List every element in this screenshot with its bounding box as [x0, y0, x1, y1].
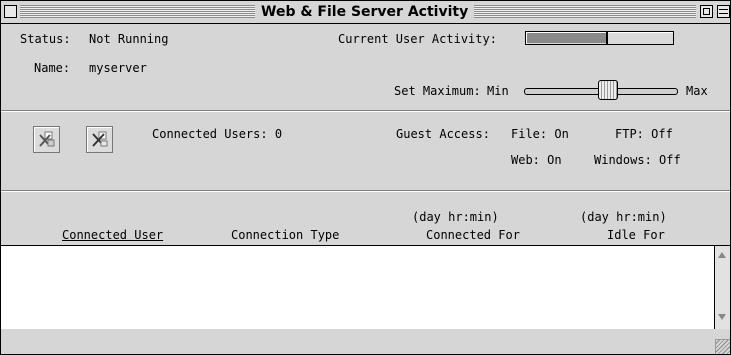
connected-users-list[interactable]	[1, 245, 714, 330]
window-title: Web & File Server Activity	[255, 3, 475, 21]
close-box[interactable]	[4, 5, 17, 18]
guest-web-status: Web: On	[511, 153, 562, 167]
guest-ftp-status: FTP: Off	[615, 127, 673, 141]
disconnect-user-button[interactable]	[33, 126, 60, 153]
connected-users-count: Connected Users: 0	[152, 127, 283, 141]
guest-file-status: File: On	[511, 127, 569, 141]
window-bottom-bar	[1, 329, 730, 354]
disconnect-user-icon	[39, 131, 55, 147]
column-connected-for[interactable]: Connected For	[426, 228, 520, 242]
title-bar[interactable]: Web & File Server Activity	[1, 1, 730, 24]
collapse-box[interactable]	[717, 5, 730, 18]
zoom-box[interactable]	[700, 5, 713, 18]
current-activity-label: Current User Activity:	[338, 32, 497, 46]
resize-grip-icon[interactable]	[715, 339, 730, 354]
slider-max-label: Max	[686, 84, 708, 98]
activity-meter-marker	[606, 32, 608, 44]
name-label: Name:	[34, 61, 71, 75]
vertical-scrollbar[interactable]	[714, 245, 730, 330]
column-connected-for-unit: (day hr:min)	[412, 210, 499, 224]
activity-meter	[525, 31, 674, 45]
scroll-up-arrow-icon[interactable]	[718, 252, 726, 258]
maximum-slider-thumb[interactable]	[598, 80, 618, 100]
server-activity-window: Web & File Server Activity Status: Not R…	[0, 0, 731, 355]
column-connected-user[interactable]: Connected User	[62, 228, 163, 242]
status-label: Status:	[20, 32, 71, 46]
column-idle-for[interactable]: Idle For	[607, 228, 665, 242]
guest-access-label: Guest Access:	[396, 127, 490, 141]
column-idle-for-unit: (day hr:min)	[580, 210, 667, 224]
table-header: Connected User Connection Type (day hr:m…	[1, 192, 730, 245]
send-message-icon	[92, 131, 108, 147]
guest-windows-status: Windows: Off	[594, 153, 681, 167]
name-value: myserver	[89, 61, 147, 75]
column-connection-type[interactable]: Connection Type	[231, 228, 339, 242]
send-message-button[interactable]	[86, 126, 113, 153]
slider-min-label: Min	[487, 84, 509, 98]
status-value: Not Running	[89, 32, 169, 46]
scroll-down-arrow-icon[interactable]	[718, 314, 726, 320]
activity-meter-fill	[527, 33, 607, 43]
set-maximum-label: Set Maximum:	[394, 84, 481, 98]
